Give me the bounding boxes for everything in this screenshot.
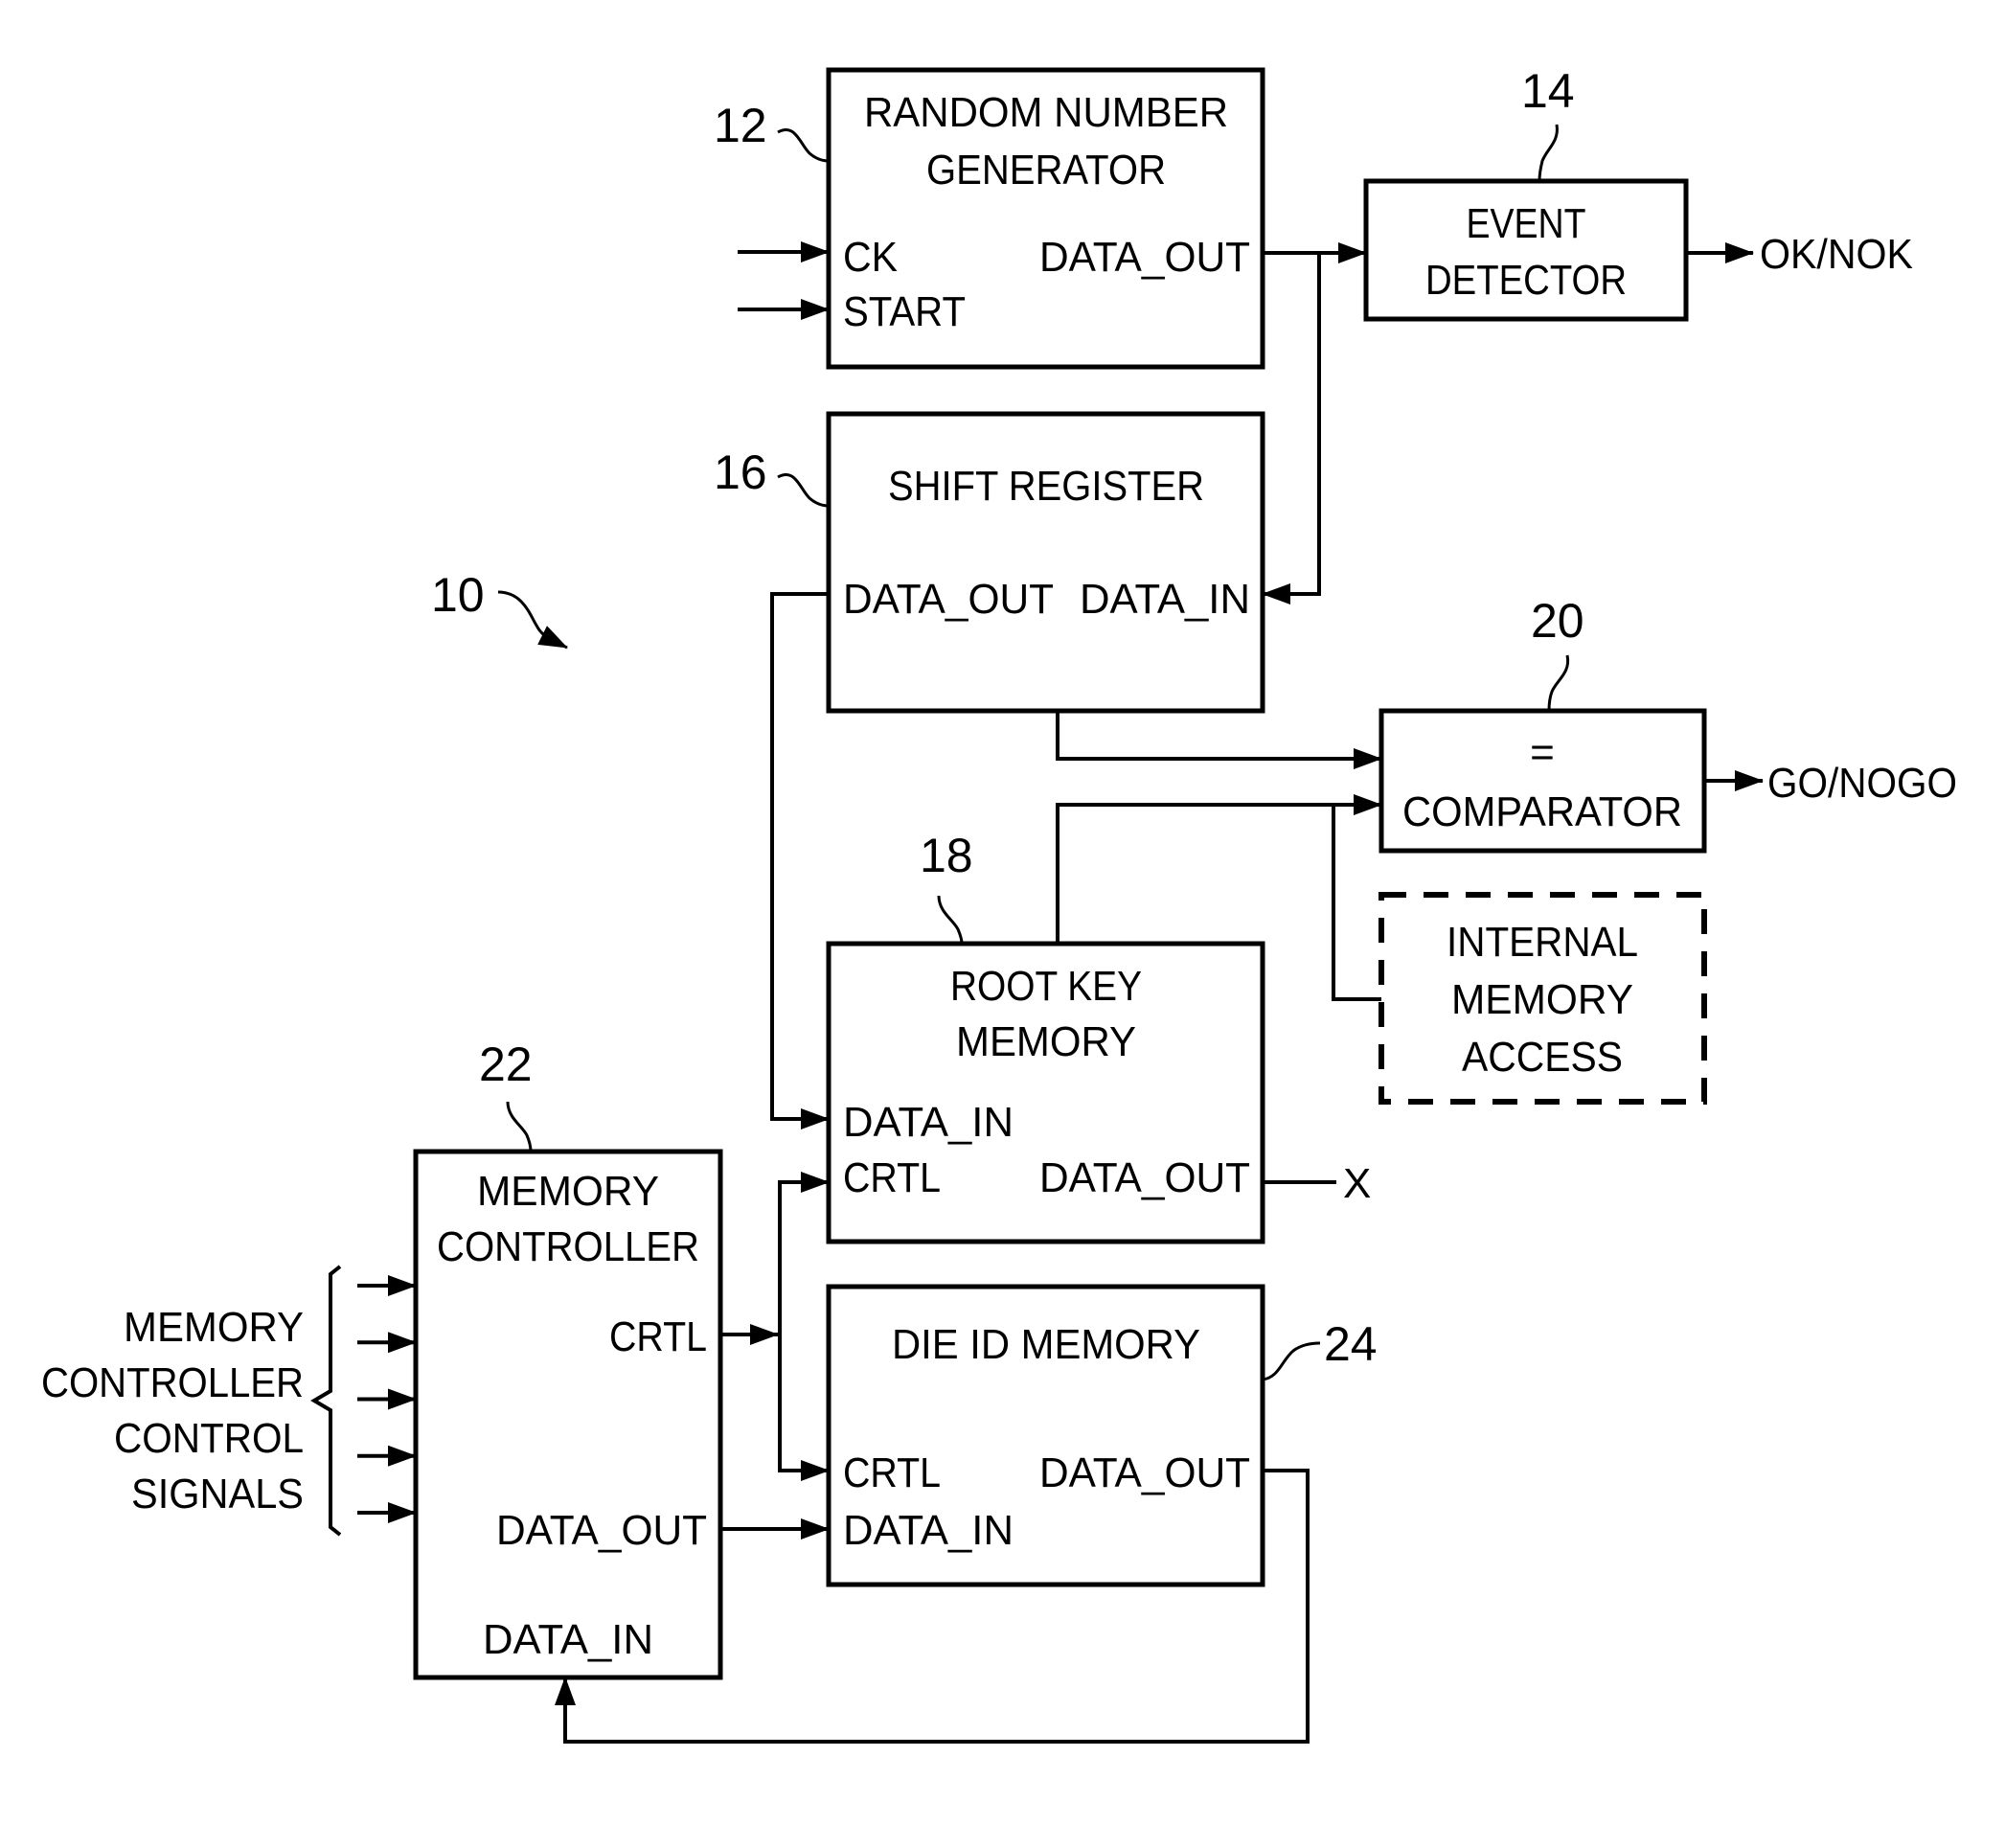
- root-key-memory-port-data-in: DATA_IN: [843, 1099, 1014, 1146]
- shift-register-to-root-key-wire: [770, 592, 830, 1129]
- comparator-output-label: GO/NOGO: [1767, 760, 1957, 807]
- die-id-memory-title: DIE ID MEMORY: [892, 1321, 1200, 1368]
- shift-register-port-data-in: DATA_IN: [1080, 576, 1250, 623]
- comparator-symbol: =: [1530, 729, 1555, 776]
- crtl-to-root-key-wire: [778, 1172, 830, 1335]
- ref-label-24: 24: [1324, 1317, 1378, 1371]
- root-key-to-internal-access-wire: [1332, 805, 1381, 1001]
- ref-label-18: 18: [920, 829, 973, 882]
- ref-leader-18: [937, 895, 964, 945]
- ref-leader-20: [1547, 654, 1570, 712]
- control-signals-brace: [310, 1265, 342, 1537]
- ref-label-16: 16: [714, 445, 767, 499]
- block-diagram: 10 RANDOM NUMBER GENERATOR CK START DATA…: [41, 64, 1957, 1744]
- rng-port-data-out: DATA_OUT: [1039, 234, 1250, 281]
- root-key-output-label: X: [1343, 1160, 1371, 1207]
- ref-label-20: 20: [1531, 594, 1584, 648]
- ref-leader-22: [506, 1101, 533, 1152]
- ref-leader-14: [1538, 124, 1559, 182]
- memory-controller-port-crtl: CRTL: [609, 1313, 707, 1360]
- shift-register-block: [826, 411, 1265, 714]
- rng-to-shift-register-wire: [1262, 253, 1321, 605]
- internal-memory-access-line1: INTERNAL: [1447, 919, 1638, 966]
- internal-memory-access-line3: ACCESS: [1462, 1034, 1623, 1081]
- control-signal-inputs: [357, 1275, 417, 1523]
- die-id-memory-port-data-out: DATA_OUT: [1039, 1449, 1250, 1496]
- control-signals-label-line3: CONTROL: [114, 1415, 304, 1462]
- rng-title-line1: RANDOM NUMBER: [864, 89, 1228, 136]
- root-key-memory-title-line2: MEMORY: [956, 1018, 1136, 1065]
- ref-label-12: 12: [714, 99, 767, 152]
- die-id-memory-port-data-in: DATA_IN: [843, 1507, 1014, 1554]
- ref-leader-24: [1262, 1341, 1321, 1381]
- shift-register-title: SHIFT REGISTER: [888, 463, 1204, 510]
- root-key-memory-title-line1: ROOT KEY: [950, 963, 1142, 1010]
- event-detector-title-line2: DETECTOR: [1425, 257, 1627, 304]
- rng-port-ck: CK: [843, 234, 898, 281]
- control-signals-label-line1: MEMORY: [124, 1304, 304, 1351]
- memory-controller-title-line2: CONTROLLER: [437, 1223, 699, 1270]
- memory-controller-port-data-in: DATA_IN: [483, 1616, 653, 1663]
- ref-label-22: 22: [479, 1038, 533, 1091]
- rng-port-start: START: [843, 288, 966, 335]
- ref-label-10: 10: [431, 568, 485, 622]
- control-signals-label-line4: SIGNALS: [131, 1471, 304, 1517]
- ref-leader-16: [777, 473, 830, 508]
- event-detector-output-label: OK/NOK: [1760, 231, 1913, 278]
- root-key-memory-port-crtl: CRTL: [843, 1154, 941, 1201]
- ref-leader-12: [777, 128, 830, 163]
- ref-arrow-10: [497, 590, 568, 650]
- memory-controller-title-line1: MEMORY: [477, 1168, 659, 1215]
- shift-register-to-comparator-wire: [1056, 711, 1382, 769]
- ref-label-14: 14: [1521, 64, 1575, 118]
- memory-controller-port-data-out: DATA_OUT: [496, 1507, 707, 1554]
- rng-title-line2: GENERATOR: [926, 147, 1166, 194]
- control-signals-label-line2: CONTROLLER: [41, 1359, 304, 1406]
- event-detector-title-line1: EVENT: [1467, 200, 1586, 247]
- die-id-memory-port-crtl: CRTL: [843, 1449, 941, 1496]
- internal-memory-access-line2: MEMORY: [1451, 976, 1633, 1023]
- comparator-title: COMPARATOR: [1402, 788, 1682, 835]
- root-key-memory-port-data-out: DATA_OUT: [1039, 1154, 1250, 1201]
- crtl-to-die-id-wire: [778, 1335, 830, 1481]
- shift-register-port-data-out: DATA_OUT: [843, 576, 1054, 623]
